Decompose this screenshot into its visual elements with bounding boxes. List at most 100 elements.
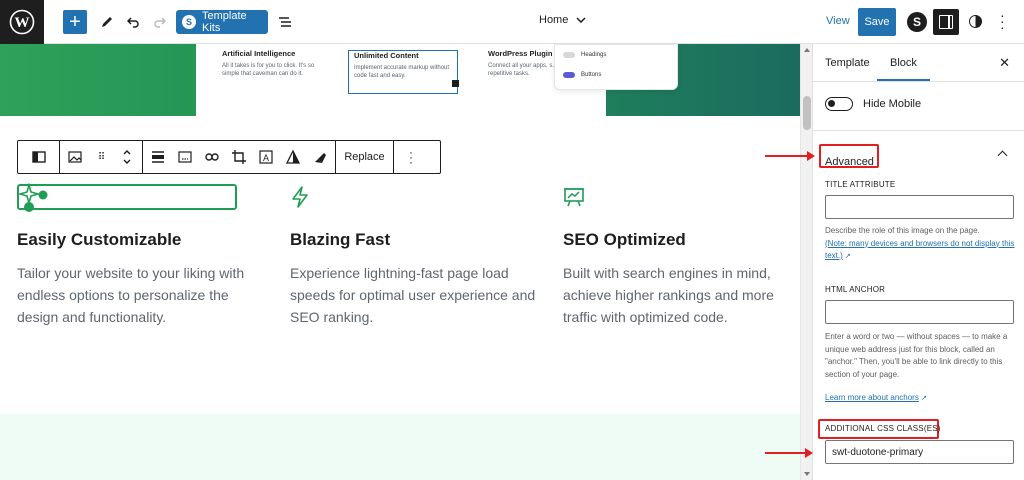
plugin-brand-icon[interactable]: S xyxy=(907,12,927,32)
view-link[interactable]: View xyxy=(826,15,850,27)
settings-sidebar: Template Block ✕ Hide Mobile Advanced TI… xyxy=(812,44,1024,480)
hide-mobile-toggle[interactable] xyxy=(825,97,853,111)
save-button[interactable]: Save xyxy=(858,8,896,36)
hide-mobile-label: Hide Mobile xyxy=(863,98,922,110)
help-link[interactable]: (Note: many devices and browsers do not … xyxy=(825,239,1014,261)
feature-text: Connect all your apps, s... repetitive t… xyxy=(488,63,558,77)
column-text: Experience lightning-fast page load spee… xyxy=(290,265,536,325)
html-anchor-label: HTML ANCHOR xyxy=(825,285,886,294)
sidebar-tabs: Template Block ✕ xyxy=(813,44,1024,82)
block-type-group: ⠿ xyxy=(60,141,143,173)
editor-canvas: Artificial Intelligence All it takes is … xyxy=(0,44,800,480)
link-icon[interactable] xyxy=(205,150,219,164)
toggle-on-icon xyxy=(563,72,575,78)
column-heading: Blazing Fast xyxy=(290,230,391,249)
close-icon[interactable]: ✕ xyxy=(999,55,1010,71)
column-text: Tailor your website to your liking with … xyxy=(17,265,245,325)
template-kits-button[interactable]: S Template Kits xyxy=(176,10,268,34)
canvas-scrollbar[interactable] xyxy=(800,44,812,480)
template-kits-label: Template Kits xyxy=(202,10,247,34)
advanced-highlight-box xyxy=(819,144,879,168)
more-options-icon: · · · xyxy=(409,144,413,169)
title-attribute-help: Describe the role of this image on the p… xyxy=(825,225,1015,264)
feature-column: Easily Customizable Tailor your website … xyxy=(17,184,267,328)
column-heading: SEO Optimized xyxy=(563,230,686,249)
preview-row-buttons: Buttons xyxy=(563,72,601,78)
replace-label: Replace xyxy=(344,151,385,163)
tools-pencil-icon[interactable] xyxy=(98,10,116,34)
preview-label: Headings xyxy=(581,52,607,58)
hero-settings-preview: Headings Buttons xyxy=(554,44,678,90)
presentation-chart-icon[interactable] xyxy=(563,184,793,210)
svg-text:W: W xyxy=(15,15,30,31)
html-anchor-help: Enter a word or two — without spaces — t… xyxy=(825,331,1015,381)
column-heading: Easily Customizable xyxy=(17,230,182,249)
help-link[interactable]: Learn more about anchors xyxy=(825,393,919,402)
document-title-dropdown[interactable]: Home xyxy=(539,14,586,26)
align-icon[interactable] xyxy=(151,150,165,164)
scroll-down-arrow-icon[interactable] xyxy=(804,472,810,476)
divider xyxy=(813,130,1024,131)
chevron-up-icon[interactable] xyxy=(997,150,1008,161)
feature-item-selected[interactable]: Unlimited Content Implement accurate mar… xyxy=(348,50,458,94)
sidebar-panel-icon xyxy=(939,15,953,29)
column-text: Built with search engines in mind, achie… xyxy=(563,265,774,325)
block-parent-selector[interactable] xyxy=(18,141,60,173)
scroll-thumb[interactable] xyxy=(803,96,811,130)
title-attribute-label: TITLE ATTRIBUTE xyxy=(825,180,896,189)
wordpress-logo-icon[interactable]: W xyxy=(0,0,44,44)
redo-icon[interactable] xyxy=(151,10,169,34)
title-attribute-input[interactable] xyxy=(825,195,1014,219)
text-over-image-icon[interactable]: A xyxy=(259,150,273,164)
feature-column: Blazing Fast Experience lightning-fast p… xyxy=(290,184,540,328)
lightning-icon[interactable] xyxy=(290,184,540,210)
tab-template[interactable]: Template xyxy=(825,57,870,69)
toggle-off-icon xyxy=(563,52,575,58)
replace-button[interactable]: Replace xyxy=(336,141,394,173)
preview-label: Buttons xyxy=(581,72,602,78)
editor-window: W + S Template Kits Home View Save S · ·… xyxy=(0,0,1024,480)
annotation-arrow-css-class xyxy=(765,448,813,458)
chevron-down-icon xyxy=(576,14,586,26)
feature-item[interactable]: WordPress Plugin Connect all your apps, … xyxy=(488,50,558,78)
html-anchor-input[interactable] xyxy=(825,300,1014,324)
svg-text:A: A xyxy=(263,153,269,163)
drag-handle-icon[interactable]: ⠿ xyxy=(94,150,108,164)
highlighter-icon[interactable] xyxy=(313,150,327,164)
anchors-learn-more: Learn more about anchors ↗ xyxy=(825,392,1015,406)
undo-icon[interactable] xyxy=(124,10,142,34)
add-block-button[interactable]: + xyxy=(63,10,87,34)
block-toolbar: ⠿ A Replace · · · xyxy=(17,140,441,174)
external-link-icon: ↗ xyxy=(845,253,851,260)
feature-column: SEO Optimized Built with search engines … xyxy=(563,184,793,328)
css-class-label: ADDITIONAL CSS CLASS(ES) xyxy=(825,424,941,433)
document-title: Home xyxy=(539,14,569,26)
block-options-button[interactable]: · · · xyxy=(394,141,428,173)
feature-title: Artificial Intelligence xyxy=(222,49,296,58)
crop-icon[interactable] xyxy=(232,150,246,164)
settings-sidebar-toggle-button[interactable] xyxy=(933,9,959,35)
feature-title: Unlimited Content xyxy=(354,51,419,60)
hide-mobile-row: Hide Mobile xyxy=(825,97,921,111)
resize-handle[interactable] xyxy=(452,80,459,87)
preview-row-headings: Headings xyxy=(563,52,606,58)
hero-feature-card: Artificial Intelligence All it takes is … xyxy=(196,44,606,116)
tab-block[interactable]: Block xyxy=(877,57,930,81)
feature-item[interactable]: Artificial Intelligence All it takes is … xyxy=(222,50,332,78)
duotone-filter-icon[interactable] xyxy=(286,150,300,164)
editor-top-toolbar: W + S Template Kits Home View Save S · ·… xyxy=(0,0,1024,44)
move-up-down-icon[interactable] xyxy=(120,150,134,164)
feature-text: Implement accurate markup without code f… xyxy=(354,65,450,79)
options-menu-icon[interactable]: · · · xyxy=(1000,8,1005,34)
annotation-arrow-advanced xyxy=(765,151,815,161)
styles-contrast-icon[interactable] xyxy=(969,15,982,28)
list-view-icon[interactable] xyxy=(276,10,294,34)
css-class-input[interactable] xyxy=(825,440,1014,464)
columns-block-icon xyxy=(31,151,46,163)
scroll-up-arrow-icon[interactable] xyxy=(804,48,810,52)
image-icon[interactable] xyxy=(68,150,82,164)
help-text: Enter a word or two — without spaces — t… xyxy=(825,332,1008,379)
external-link-icon: ↗ xyxy=(921,395,927,402)
column-icon-slot xyxy=(17,184,267,210)
caption-icon[interactable] xyxy=(178,150,192,164)
